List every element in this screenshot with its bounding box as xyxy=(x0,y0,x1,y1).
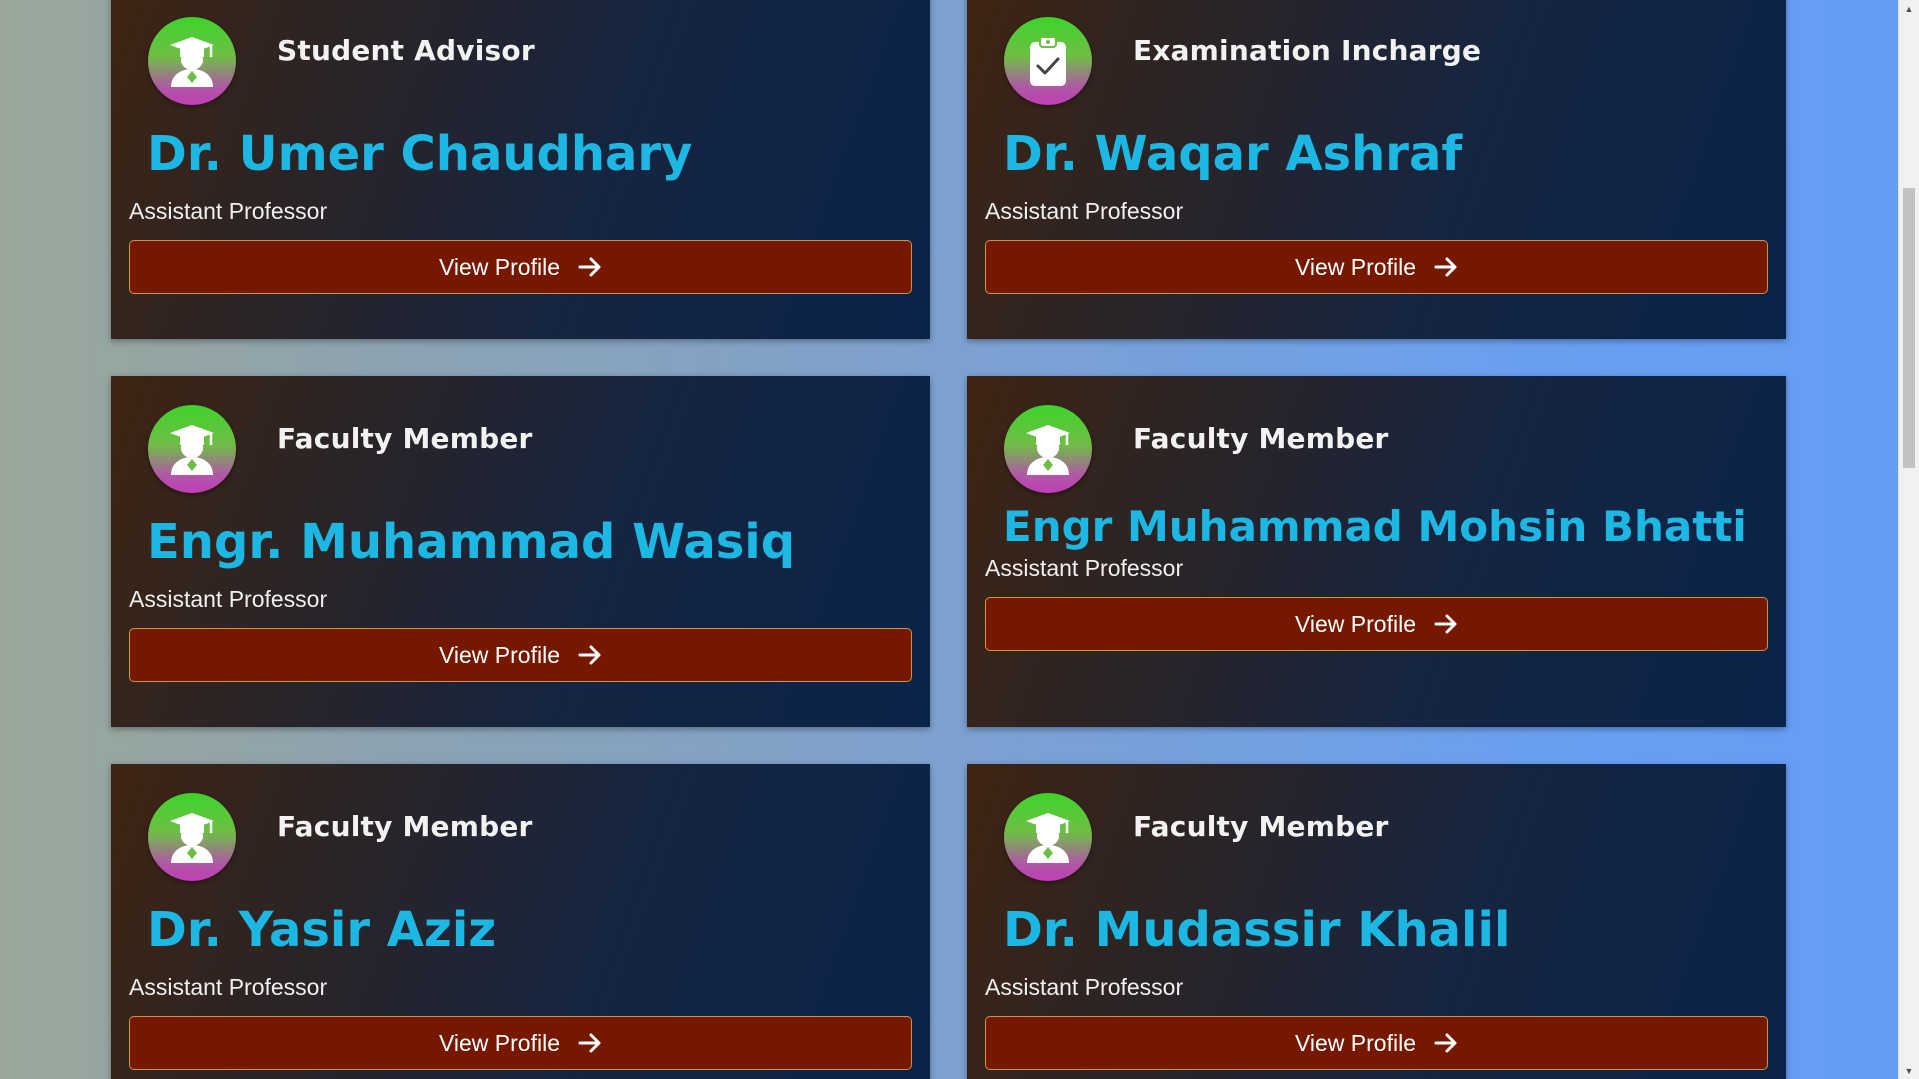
faculty-name: Dr. Mudassir Khalil xyxy=(1003,902,1511,958)
view-profile-label: View Profile xyxy=(438,1029,561,1056)
card-role: Student Advisor xyxy=(277,34,535,67)
faculty-name: Engr Muhammad Mohsin Bhatti xyxy=(1003,502,1747,551)
graduate-icon xyxy=(1023,809,1073,865)
view-profile-label: View Profile xyxy=(1294,1029,1417,1056)
card-header: Faculty Member xyxy=(985,402,1768,494)
card-role: Examination Incharge xyxy=(1133,34,1482,67)
arrow-right-icon xyxy=(578,645,602,665)
faculty-designation: Assistant Professor xyxy=(129,198,328,224)
avatar xyxy=(1004,405,1092,493)
view-profile-label: View Profile xyxy=(1294,253,1417,280)
view-profile-label: View Profile xyxy=(1294,610,1417,637)
vertical-scrollbar[interactable]: ▲ ▼ xyxy=(1898,0,1919,1079)
card-role: Faculty Member xyxy=(277,422,533,455)
avatar xyxy=(148,793,236,881)
card-role: Faculty Member xyxy=(277,810,533,843)
arrow-right-icon xyxy=(578,257,602,277)
faculty-designation: Assistant Professor xyxy=(985,974,1184,1000)
graduate-icon xyxy=(167,33,217,89)
scroll-down-arrow-icon[interactable]: ▼ xyxy=(1899,1062,1919,1079)
card-role: Faculty Member xyxy=(1133,810,1389,843)
graduate-icon xyxy=(1023,421,1073,477)
view-profile-button[interactable]: View Profile xyxy=(985,1016,1768,1070)
graduate-icon xyxy=(167,421,217,477)
faculty-designation: Assistant Professor xyxy=(129,586,328,612)
card-header: Faculty Member xyxy=(985,790,1768,882)
avatar xyxy=(1004,793,1092,881)
page: Student Advisor Dr. Umer Chaudhary Assis… xyxy=(0,0,1898,1079)
view-profile-button[interactable]: View Profile xyxy=(129,628,912,682)
arrow-right-icon xyxy=(1434,1033,1458,1053)
clipboard-check-icon xyxy=(1026,34,1070,88)
arrow-right-icon xyxy=(1434,614,1458,634)
faculty-name: Dr. Umer Chaudhary xyxy=(147,126,693,182)
faculty-card: Student Advisor Dr. Umer Chaudhary Assis… xyxy=(111,0,930,339)
faculty-card: Faculty Member Dr. Yasir Aziz Assistant … xyxy=(111,764,930,1079)
card-header: Faculty Member xyxy=(129,790,912,882)
faculty-name: Engr. Muhammad Wasiq xyxy=(147,514,796,570)
view-profile-label: View Profile xyxy=(438,253,561,280)
view-profile-button[interactable]: View Profile xyxy=(985,597,1768,651)
faculty-card: Examination Incharge Dr. Waqar Ashraf As… xyxy=(967,0,1786,339)
card-header: Faculty Member xyxy=(129,402,912,494)
avatar xyxy=(148,17,236,105)
view-profile-button[interactable]: View Profile xyxy=(985,240,1768,294)
scrollbar-thumb[interactable] xyxy=(1903,188,1915,468)
faculty-name: Dr. Waqar Ashraf xyxy=(1003,126,1463,182)
faculty-grid: Student Advisor Dr. Umer Chaudhary Assis… xyxy=(111,0,1786,1079)
avatar xyxy=(1004,17,1092,105)
faculty-card: Faculty Member Engr Muhammad Mohsin Bhat… xyxy=(967,376,1786,727)
card-role: Faculty Member xyxy=(1133,422,1389,455)
faculty-name: Dr. Yasir Aziz xyxy=(147,902,497,958)
view-profile-button[interactable]: View Profile xyxy=(129,240,912,294)
faculty-designation: Assistant Professor xyxy=(129,974,328,1000)
arrow-right-icon xyxy=(578,1033,602,1053)
view-profile-label: View Profile xyxy=(438,641,561,668)
graduate-icon xyxy=(167,809,217,865)
card-header: Student Advisor xyxy=(129,14,912,106)
faculty-card: Faculty Member Dr. Mudassir Khalil Assis… xyxy=(967,764,1786,1079)
scroll-up-arrow-icon[interactable]: ▲ xyxy=(1899,0,1919,17)
faculty-designation: Assistant Professor xyxy=(985,198,1184,224)
avatar xyxy=(148,405,236,493)
view-profile-button[interactable]: View Profile xyxy=(129,1016,912,1070)
faculty-designation: Assistant Professor xyxy=(985,555,1184,581)
faculty-card: Faculty Member Engr. Muhammad Wasiq Assi… xyxy=(111,376,930,727)
arrow-right-icon xyxy=(1434,257,1458,277)
card-header: Examination Incharge xyxy=(985,14,1768,106)
